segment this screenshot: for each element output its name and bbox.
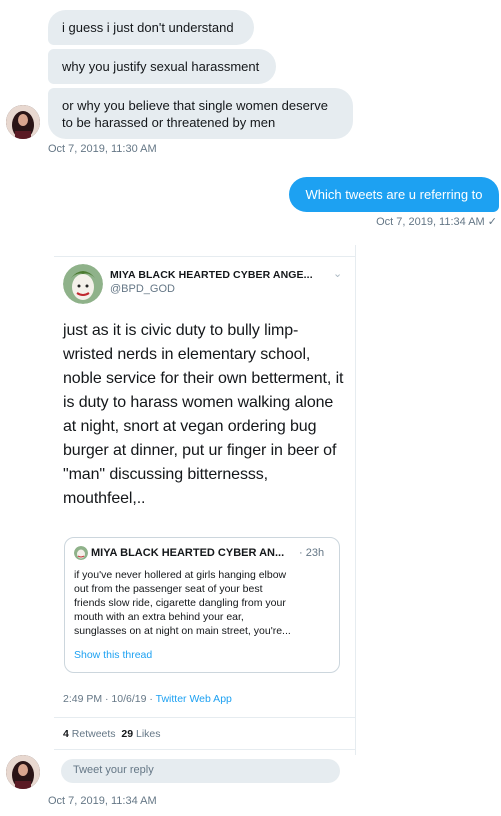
- tweet-author-avatar: [63, 264, 103, 304]
- quoted-author-avatar: [74, 546, 88, 560]
- tweet-text: just as it is civic duty to bully limp- …: [63, 322, 344, 507]
- quoted-text: if you've never hollered at girls hangin…: [74, 569, 291, 637]
- sender-avatar[interactable]: [6, 755, 40, 789]
- retweets-label: Retweets: [71, 728, 116, 740]
- message-timestamp: Oct 7, 2019, 11:34 AM: [48, 795, 157, 807]
- avatar-image: [6, 105, 40, 139]
- chevron-down-icon: ⌄: [333, 268, 343, 280]
- quoted-time: · 23h: [299, 547, 325, 559]
- message-timestamp-sent: Oct 7, 2019, 11:34 AM ✓: [376, 216, 497, 228]
- message-bubble-incoming: i guess i just don't understand: [48, 10, 254, 45]
- tweet-stats: 4 Retweets 29 Likes: [63, 728, 161, 740]
- clown-avatar-image: [74, 546, 88, 560]
- message-timestamp: Oct 7, 2019, 11:30 AM: [48, 143, 157, 155]
- divider: [54, 717, 355, 718]
- tweet-author-handle: @BPD_GOD: [110, 283, 175, 295]
- divider: [54, 256, 355, 257]
- divider: [54, 749, 355, 750]
- tweet-source-app: Twitter Web App: [155, 693, 232, 705]
- retweet-count: 4: [63, 728, 69, 740]
- likes-label: Likes: [136, 728, 161, 740]
- quoted-tweet: MIYA BLACK HEARTED CYBER AN... · 23h if …: [64, 537, 340, 673]
- like-count: 29: [121, 728, 134, 740]
- avatar-image: [6, 755, 40, 789]
- message-bubble-incoming: why you justify sexual harassment: [48, 49, 276, 84]
- tweet-meta: 2:49 PM · 10/6/19 · Twitter Web App: [63, 693, 232, 705]
- tweet-screenshot-image[interactable]: MIYA BLACK HEARTED CYBER ANGE... ⌄ @BPD_…: [48, 245, 356, 755]
- tweet-author-name: MIYA BLACK HEARTED CYBER ANGE...: [110, 269, 313, 281]
- quoted-author-name: MIYA BLACK HEARTED CYBER AN...: [91, 547, 285, 559]
- message-bubble-outgoing: Which tweets are u referring to: [289, 177, 499, 212]
- clown-avatar-image: [63, 264, 103, 304]
- sender-avatar[interactable]: [6, 105, 40, 139]
- show-thread-link: Show this thread: [74, 649, 153, 661]
- tweet-datetime: 2:49 PM · 10/6/19 ·: [63, 693, 156, 705]
- reply-input-image: Tweet your reply: [61, 759, 340, 783]
- message-bubble-incoming: or why you believe that single women des…: [48, 88, 353, 139]
